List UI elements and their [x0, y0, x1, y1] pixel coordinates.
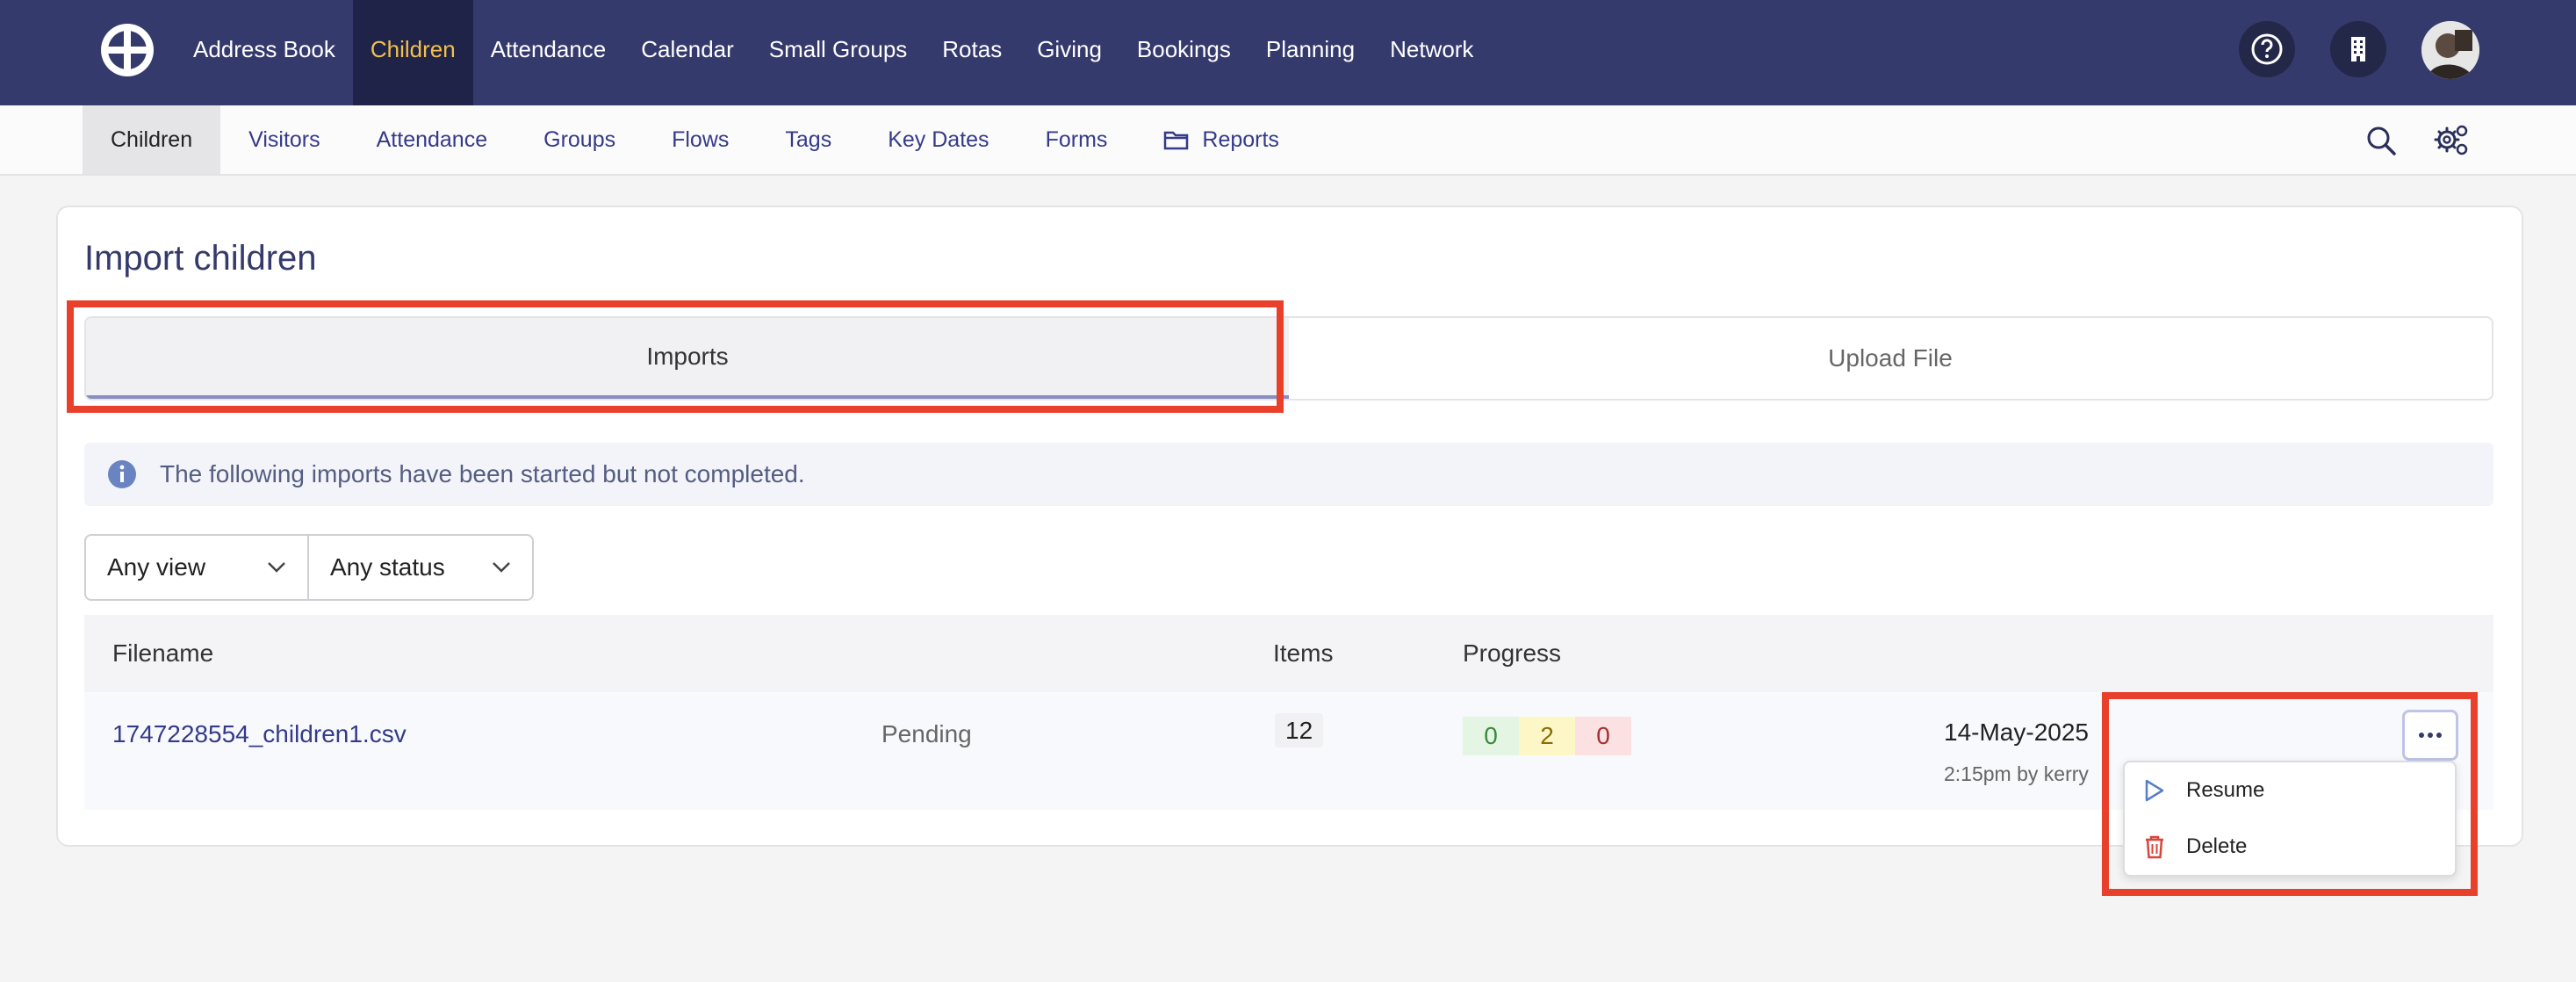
- subnav-attendance[interactable]: Attendance: [349, 105, 516, 174]
- help-icon: [2251, 33, 2283, 65]
- avatar[interactable]: [2421, 21, 2479, 79]
- subnav-key-dates[interactable]: Key Dates: [860, 105, 1017, 174]
- progress-error-count: 0: [1575, 717, 1631, 755]
- settings-icon: [2434, 125, 2468, 155]
- topnav-planning[interactable]: Planning: [1248, 0, 1372, 105]
- info-banner: The following imports have been started …: [84, 443, 2493, 506]
- import-filename-link[interactable]: 1747228554_children1.csv: [112, 720, 407, 748]
- subnav-visitors[interactable]: Visitors: [220, 105, 349, 174]
- subnav-label: Key Dates: [888, 127, 989, 152]
- info-message: The following imports have been started …: [160, 460, 805, 487]
- status-filter-select[interactable]: Any status: [309, 534, 534, 601]
- filter-bar: Any view Any status: [84, 534, 534, 601]
- folder-icon: [1164, 131, 1189, 150]
- more-horizontal-icon: [2419, 733, 2442, 738]
- subnav-forms[interactable]: Forms: [1018, 105, 1136, 174]
- progress-warning-count: 2: [1519, 717, 1575, 755]
- topnav-calendar[interactable]: Calendar: [623, 0, 752, 105]
- topnav-attendance[interactable]: Attendance: [473, 0, 624, 105]
- subnav-label: Reports: [1202, 127, 1279, 152]
- play-icon: [2141, 776, 2169, 805]
- info-icon: [108, 460, 136, 488]
- topnav-rotas[interactable]: Rotas: [925, 0, 1019, 105]
- import-time-user: 2:15pm by kerry: [1944, 762, 2089, 785]
- subnav-label: Children: [111, 127, 193, 152]
- header-filename: Filename: [112, 639, 214, 667]
- table-header: Filename Items Progress: [84, 615, 2493, 692]
- row-actions-button[interactable]: [2402, 710, 2458, 761]
- search-icon: [2367, 126, 2396, 155]
- import-date: 14-May-2025: [1944, 718, 2089, 746]
- delete-menu-item[interactable]: Delete: [2125, 819, 2455, 875]
- subnav-label: Visitors: [248, 127, 320, 152]
- help-button[interactable]: [2239, 21, 2295, 77]
- resume-menu-item[interactable]: Resume: [2125, 762, 2455, 819]
- row-actions-menu: Resume Delete: [2123, 761, 2457, 877]
- header-items: Items: [1273, 639, 1334, 667]
- chevron-down-icon: [268, 562, 285, 573]
- organisation-button[interactable]: [2330, 21, 2386, 77]
- sub-navbar: Children Visitors Attendance Groups Flow…: [0, 105, 2576, 176]
- subnav-label: Tags: [785, 127, 832, 152]
- delete-label: Delete: [2186, 834, 2248, 858]
- subnav-tags[interactable]: Tags: [757, 105, 860, 174]
- status-filter-value: Any status: [330, 553, 445, 581]
- import-items-count: 12: [1275, 713, 1324, 747]
- subnav-children[interactable]: Children: [83, 105, 221, 174]
- subnav-label: Flows: [672, 127, 730, 152]
- import-card: Import children Imports Upload File The …: [56, 206, 2523, 847]
- topnav-address-book[interactable]: Address Book: [176, 0, 353, 105]
- resume-label: Resume: [2186, 778, 2265, 802]
- view-filter-select[interactable]: Any view: [84, 534, 309, 601]
- trash-icon: [2141, 833, 2169, 861]
- subnav-groups[interactable]: Groups: [515, 105, 644, 174]
- import-progress: 0 2 0: [1463, 717, 1631, 755]
- header-progress: Progress: [1463, 639, 1562, 667]
- subnav-reports[interactable]: Reports: [1135, 105, 1307, 174]
- topnav-giving[interactable]: Giving: [1019, 0, 1119, 105]
- topnav-children[interactable]: Children: [352, 0, 473, 105]
- building-icon: [2351, 37, 2365, 61]
- progress-success-count: 0: [1463, 717, 1519, 755]
- subnav-label: Groups: [543, 127, 616, 152]
- top-navbar: Address Book Children Attendance Calenda…: [0, 0, 2576, 105]
- view-filter-value: Any view: [107, 553, 206, 581]
- topnav-network[interactable]: Network: [1372, 0, 1491, 105]
- page-title: Import children: [84, 239, 317, 278]
- chevron-down-icon: [493, 562, 510, 573]
- tab-upload-file[interactable]: Upload File: [1289, 318, 2492, 399]
- import-status: Pending: [881, 720, 972, 747]
- subnav-label: Forms: [1045, 127, 1108, 152]
- subnav-flows[interactable]: Flows: [644, 105, 757, 174]
- settings-button[interactable]: [2432, 121, 2471, 160]
- tab-imports[interactable]: Imports: [86, 318, 1289, 399]
- search-button[interactable]: [2362, 121, 2400, 160]
- topnav-bookings[interactable]: Bookings: [1119, 0, 1248, 105]
- subnav-label: Attendance: [376, 127, 488, 152]
- app-logo-icon[interactable]: [98, 21, 156, 79]
- import-tabs: Imports Upload File: [84, 316, 2493, 401]
- topnav-small-groups[interactable]: Small Groups: [752, 0, 925, 105]
